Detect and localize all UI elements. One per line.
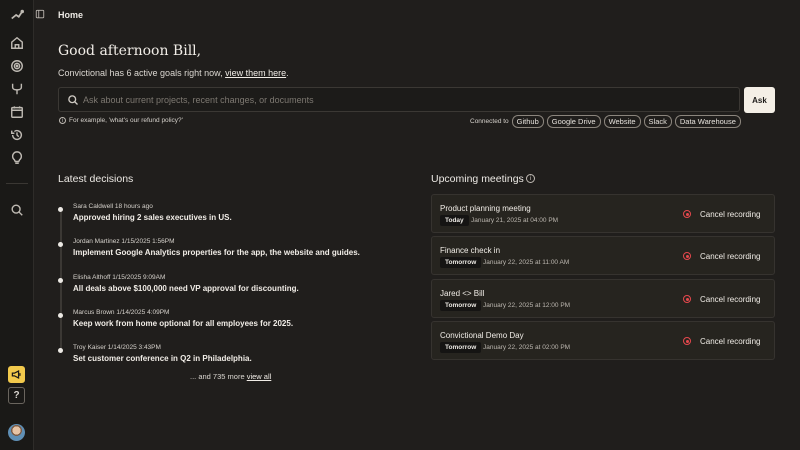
sidebar-divider — [6, 183, 28, 184]
timeline-dot — [58, 313, 63, 318]
decision-meta: Troy Kaiser 1/14/2025 3:43PM — [73, 344, 161, 351]
search-icon[interactable] — [9, 202, 25, 218]
more-count: ... and 735 more — [190, 372, 245, 381]
decision-text: Set customer conference in Q2 in Philade… — [73, 354, 252, 363]
timeline-dot — [58, 278, 63, 283]
logo-icon[interactable] — [9, 7, 25, 23]
cancel-recording-button[interactable]: Cancel recording — [700, 337, 760, 346]
record-icon — [683, 295, 691, 303]
source-chip-google-drive[interactable]: Google Drive — [546, 115, 601, 128]
search-box[interactable] — [58, 87, 740, 112]
page-title: Home — [58, 10, 84, 20]
meeting-date: January 22, 2025 at 11:00 AM — [483, 259, 570, 266]
meeting-day-badge: Tomorrow — [440, 300, 482, 311]
info-icon[interactable]: i — [526, 174, 535, 183]
meeting-card[interactable]: Finance check in Tomorrow January 22, 20… — [431, 236, 775, 275]
meeting-title: Product planning meeting — [440, 204, 531, 213]
greeting-heading: Good afternoon Bill, — [58, 43, 202, 59]
more-decisions: ... and 735 more view all — [190, 372, 271, 381]
cancel-recording-button[interactable]: Cancel recording — [700, 252, 760, 261]
meeting-day-badge: Tomorrow — [440, 342, 482, 353]
goals-summary: Convictional has 6 active goals right no… — [58, 68, 289, 78]
decision-meta: Marcus Brown 1/14/2025 4:09PM — [73, 309, 170, 316]
meeting-date: January 21, 2025 at 04:00 PM — [471, 217, 559, 224]
timeline-dot — [58, 242, 63, 247]
meeting-day-badge: Tomorrow — [440, 257, 482, 268]
cancel-recording-button[interactable]: Cancel recording — [700, 210, 760, 219]
decision-meta: Elisha Althoff 1/15/2025 9:09AM — [73, 274, 166, 281]
info-icon: i — [59, 117, 66, 124]
record-icon — [683, 210, 691, 218]
meeting-title: Convictional Demo Day — [440, 331, 524, 340]
search-icon — [68, 95, 78, 105]
avatar[interactable] — [8, 424, 25, 441]
panel-toggle-icon[interactable] — [35, 9, 45, 20]
meetings-title: Upcoming meetings — [431, 173, 524, 185]
ask-button[interactable]: Ask — [744, 87, 775, 113]
sidebar: ? — [0, 0, 34, 450]
meeting-date: January 22, 2025 at 12:00 PM — [483, 302, 571, 309]
decision-meta: Jordan Martinez 1/15/2025 1:56PM — [73, 238, 175, 245]
meeting-title: Finance check in — [440, 246, 501, 255]
cancel-recording-button[interactable]: Cancel recording — [700, 295, 760, 304]
decision-text: Implement Google Analytics properties fo… — [73, 248, 360, 257]
meeting-title: Jared <> Bill — [440, 289, 485, 298]
history-icon[interactable] — [9, 127, 25, 143]
meeting-date: January 22, 2025 at 02:00 PM — [483, 344, 571, 351]
decisions-title: Latest decisions — [58, 173, 134, 185]
lightbulb-icon[interactable] — [9, 150, 25, 166]
search-example: i For example, 'what's our refund policy… — [59, 117, 183, 124]
decision-text: All deals above $100,000 need VP approva… — [73, 284, 299, 293]
branch-icon[interactable] — [9, 81, 25, 97]
home-icon[interactable] — [9, 35, 25, 51]
meeting-card[interactable]: Product planning meeting Today January 2… — [431, 194, 775, 233]
meeting-card[interactable]: Jared <> Bill Tomorrow January 22, 2025 … — [431, 279, 775, 318]
decision-meta: Sara Caldwell 18 hours ago — [73, 203, 153, 210]
timeline-dot — [58, 207, 63, 212]
connected-label: Connected to — [470, 118, 509, 125]
megaphone-icon[interactable] — [8, 366, 25, 383]
example-text: For example, 'what's our refund policy?' — [69, 117, 183, 124]
record-icon — [683, 252, 691, 260]
target-icon[interactable] — [9, 58, 25, 74]
goals-suffix: . — [286, 68, 289, 78]
connected-sources: Connected to Github Google Drive Website… — [470, 115, 741, 128]
record-icon — [683, 337, 691, 345]
view-goals-link[interactable]: view them here — [225, 68, 286, 78]
meeting-card[interactable]: Convictional Demo Day Tomorrow January 2… — [431, 321, 775, 360]
goals-text: Convictional has 6 active goals right no… — [58, 68, 223, 78]
source-chip-website[interactable]: Website — [603, 115, 641, 128]
search-input[interactable] — [83, 92, 723, 108]
meeting-day-badge: Today — [440, 215, 469, 226]
view-all-link[interactable]: view all — [247, 372, 272, 381]
source-chip-data-warehouse[interactable]: Data Warehouse — [674, 115, 741, 128]
source-chip-github[interactable]: Github — [511, 115, 544, 128]
decision-text: Approved hiring 2 sales executives in US… — [73, 213, 232, 222]
decision-text: Keep work from home optional for all emp… — [73, 319, 294, 328]
source-chip-slack[interactable]: Slack — [643, 115, 672, 128]
timeline-dot — [58, 348, 63, 353]
calendar-icon[interactable] — [9, 104, 25, 120]
help-button[interactable]: ? — [8, 387, 25, 404]
